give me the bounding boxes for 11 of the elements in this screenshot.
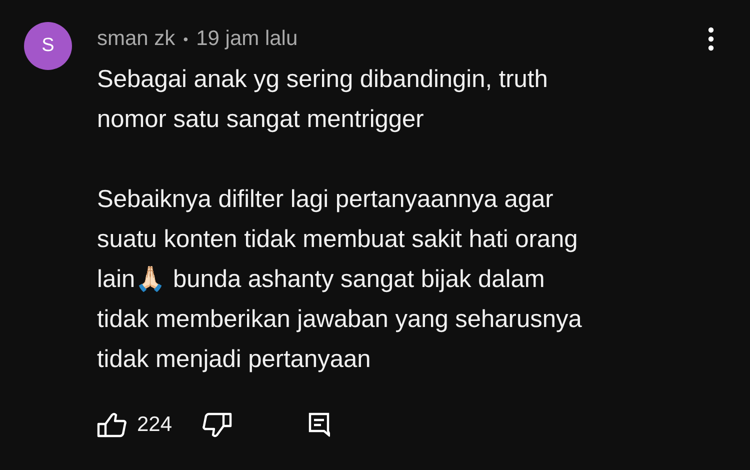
comment-time[interactable]: 19 jam lalu	[196, 27, 298, 51]
like-icon[interactable]	[97, 412, 127, 438]
dislike-icon[interactable]	[202, 412, 232, 438]
comment-text: Sebagai anak yg sering dibandingin, truth nomor satu sangat mentrigger	[97, 65, 549, 135]
separator-dot: •	[183, 31, 188, 47]
more-options-icon[interactable]	[708, 27, 714, 51]
author-name[interactable]: sman zk	[97, 27, 176, 51]
comment-text: Sebaiknya difilter lagi pertanyaannya agar suatu konten tidak membuat sakit hati orang lain🙏🏻 bunda ashanty sangat bijak dalam tidak memberikan jawaban yang seharusnya tidak menjadi pertanyaan	[97, 185, 583, 375]
reply-icon[interactable]	[308, 412, 330, 438]
user-avatar[interactable]: S	[24, 22, 72, 70]
like-count: 224	[137, 413, 172, 437]
